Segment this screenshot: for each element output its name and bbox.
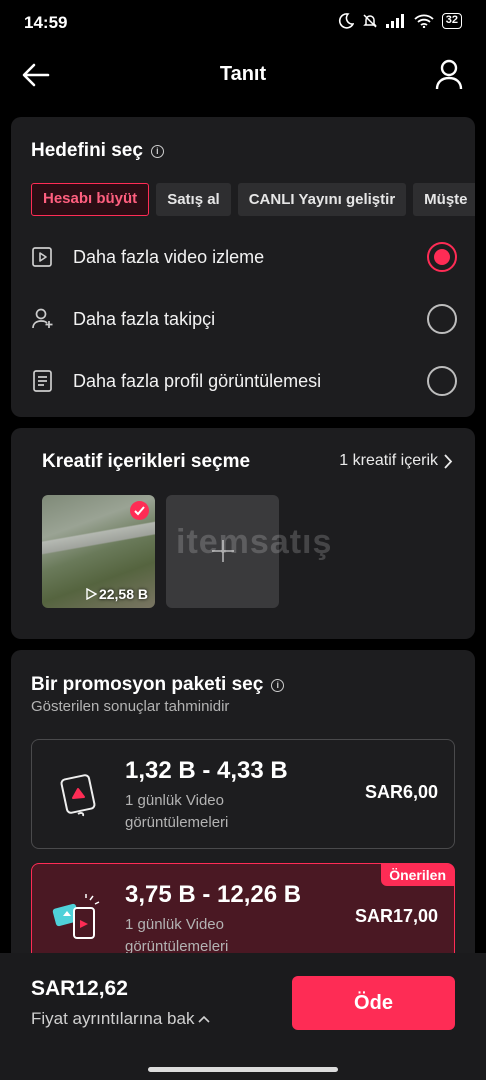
page-title: Tanıt <box>219 63 267 85</box>
pay-button[interactable]: Öde <box>292 976 455 1030</box>
option-followers[interactable]: Daha fazla takipçi <box>31 297 457 341</box>
package-card: Bir promosyon paketi seç i Gösterilen so… <box>11 650 475 980</box>
add-user-icon <box>32 308 53 329</box>
info-icon[interactable]: i <box>271 678 285 692</box>
chevron-right-icon <box>444 453 453 469</box>
top-nav: Tanıt <box>0 52 486 98</box>
option-label: Daha fazla video izleme <box>73 246 265 267</box>
creative-count-label: 1 kreatif içerik <box>339 452 438 469</box>
package-range: 1,32 B - 4,33 B <box>125 757 288 784</box>
video-cards-icon <box>52 894 100 939</box>
chip-get-sales[interactable]: Satış al <box>156 183 231 216</box>
package-option-1[interactable]: 1,32 B - 4,33 B 1 günlük Video görüntüle… <box>31 739 455 849</box>
watermark: itemsatış <box>176 523 333 561</box>
info-icon[interactable]: i <box>150 144 164 158</box>
price-details-link[interactable]: Fiyat ayrıntılarına bak <box>31 1009 211 1029</box>
package-header: Bir promosyon paketi seç i <box>31 674 285 696</box>
goal-chips: Hesabı büyüt Satış al CANLI Yayını geliş… <box>31 183 475 216</box>
package-title: Bir promosyon paketi seç <box>31 674 264 695</box>
moon-icon <box>338 13 354 29</box>
total-price: SAR12,62 <box>31 977 128 1000</box>
chip-customers[interactable]: Müşte <box>413 183 475 216</box>
battery-icon: 32 <box>441 13 462 29</box>
recommended-badge: Önerilen <box>381 864 454 886</box>
package-range: 3,75 B - 12,26 B <box>125 881 302 908</box>
radio-selected[interactable] <box>427 242 457 272</box>
package-description: 1 günlük Video görüntülemeleri <box>125 792 229 831</box>
video-play-icon <box>32 247 52 267</box>
check-icon <box>130 501 149 520</box>
package-subtitle: Gösterilen sonuçlar tahminidir <box>31 698 230 715</box>
wifi-icon <box>414 14 434 28</box>
views-count: 22,58 B <box>98 586 148 602</box>
radio-unselected[interactable] <box>427 366 457 396</box>
package-description: 1 günlük Video görüntülemeleri <box>125 916 229 955</box>
goal-header: Hedefini seç i <box>31 140 164 162</box>
chevron-up-icon <box>198 1015 211 1023</box>
option-label: Daha fazla takipçi <box>73 308 216 329</box>
radio-unselected[interactable] <box>427 304 457 334</box>
goal-card: Hedefini seç i Hesabı büyüt Satış al CAN… <box>11 117 475 417</box>
thumbnail-views: 22,58 B <box>86 586 148 602</box>
status-icons: 32 <box>338 13 462 29</box>
chip-grow-account[interactable]: Hesabı büyüt <box>31 183 150 216</box>
creative-card: Kreatif içerikleri seçme 1 kreatif içeri… <box>11 428 475 639</box>
option-profile-views[interactable]: Daha fazla profil görüntülemesi <box>31 359 457 403</box>
package-price: SAR6,00 <box>364 782 438 802</box>
status-bar: 14:59 32 <box>0 0 486 48</box>
profile-card-icon <box>33 370 52 392</box>
play-icon <box>86 588 97 600</box>
bottom-bar: SAR12,62 Fiyat ayrıntılarına bak Öde <box>0 953 486 1080</box>
home-indicator <box>148 1067 338 1072</box>
goal-title: Hedefini seç <box>31 140 143 161</box>
video-card-icon <box>60 774 96 817</box>
option-video-views[interactable]: Daha fazla video izleme <box>31 235 457 279</box>
thumbnail-image <box>42 520 155 570</box>
status-time: 14:59 <box>24 13 68 32</box>
profile-icon[interactable] <box>434 58 464 90</box>
chip-boost-live[interactable]: CANLI Yayını geliştir <box>237 183 407 216</box>
creative-count-link[interactable]: 1 kreatif içerik <box>339 452 453 470</box>
price-details-label: Fiyat ayrıntılarına bak <box>31 1009 195 1028</box>
video-thumbnail[interactable]: 22,58 B <box>42 495 155 608</box>
creative-title: Kreatif içerikleri seçme <box>42 451 251 472</box>
bell-muted-icon <box>362 14 377 28</box>
option-label: Daha fazla profil görüntülemesi <box>73 370 322 391</box>
signal-icon <box>385 14 404 28</box>
package-price: SAR17,00 <box>354 906 438 926</box>
